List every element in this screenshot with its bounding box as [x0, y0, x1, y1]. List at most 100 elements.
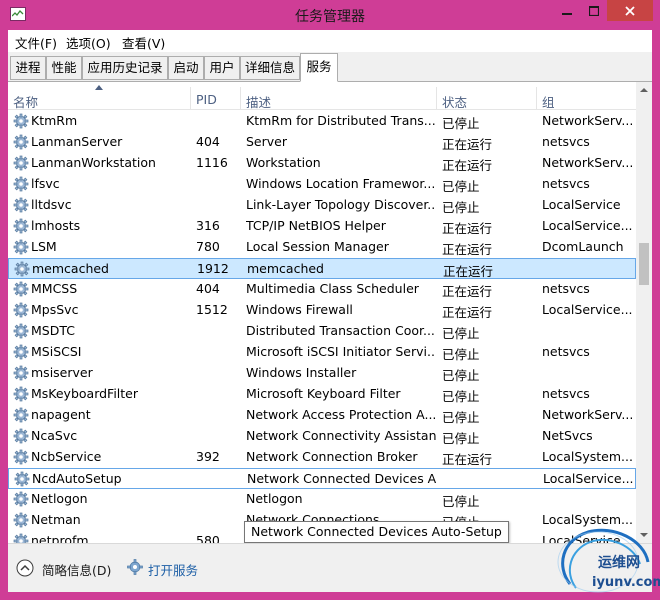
column-header-group[interactable]: 组	[542, 92, 555, 111]
close-button[interactable]	[607, 0, 653, 21]
column-header-description[interactable]: 描述	[246, 92, 271, 111]
service-name: MMCSS	[31, 281, 78, 296]
table-row[interactable]: LanmanServer 404 Server 正在运行 netsvcs	[8, 132, 636, 153]
service-gear-icon	[13, 218, 29, 234]
table-row[interactable]: KtmRm KtmRm for Distributed Trans... 已停止 Ne…	[8, 111, 636, 132]
watermark-title: 运维网	[598, 555, 640, 571]
menu-view[interactable]: 查看(V)	[122, 33, 165, 52]
service-description: Network Connected Devices Auto-Setup	[247, 471, 437, 486]
service-group: netsvcs	[542, 134, 590, 149]
table-row[interactable]: LanmanWorkstation 1116 Workstation 正在运行 Netw…	[8, 153, 636, 174]
service-description: Network Access Protection A...	[246, 407, 436, 422]
vertical-scrollbar[interactable]	[636, 82, 652, 543]
table-row[interactable]: MSiSCSI Microsoft iSCSI Initiator Servi..…	[8, 342, 636, 363]
table-row[interactable]: napagent Network Access Protection A... 已停…	[8, 405, 636, 426]
service-group: NetworkServ...	[542, 155, 632, 170]
service-description: Microsoft iSCSI Initiator Servi...	[246, 344, 436, 359]
service-description: Network Connectivity Assistant	[246, 428, 436, 443]
service-description: memcached	[247, 261, 324, 276]
service-description: Network Connection Broker	[246, 449, 418, 464]
menu-options[interactable]: 选项(O)	[66, 33, 111, 52]
service-description: Windows Firewall	[246, 302, 353, 317]
table-row[interactable]: LSM 780 Local Session Manager 正在运行 DcomLaunc…	[8, 237, 636, 258]
table-row[interactable]: lmhosts 316 TCP/IP NetBIOS Helper 正在运行 Local…	[8, 216, 636, 237]
service-group: netsvcs	[542, 176, 590, 191]
scrollbar-thumb[interactable]	[639, 243, 649, 285]
table-row[interactable]: Netlogon Netlogon 已停止	[8, 489, 636, 510]
service-name: MSiSCSI	[31, 344, 82, 359]
tab-app-history[interactable]: 应用历史记录	[82, 56, 168, 80]
table-header: 名称 PID 描述 状态 组	[8, 82, 636, 110]
service-gear-icon	[14, 261, 30, 277]
column-divider[interactable]	[436, 87, 437, 109]
service-name: lfsvc	[31, 176, 60, 191]
service-status: 已停止	[442, 326, 480, 341]
table-row[interactable]: MMCSS 404 Multimedia Class Scheduler 正在运行 ne…	[8, 279, 636, 300]
service-status: 正在运行	[442, 221, 493, 236]
tab-services[interactable]: 服务	[300, 53, 338, 82]
service-group: LocalService...	[542, 302, 632, 317]
chevron-up-icon	[640, 88, 648, 92]
service-status: 已停止	[442, 431, 480, 446]
service-description: Workstation	[246, 155, 321, 170]
service-status: 正在运行	[443, 264, 494, 279]
service-name: netprofm	[31, 533, 89, 543]
window-client-area: 文件(F) 选项(O) 查看(V) 进程 性能 应用历史记录 启动 用户 详细信…	[8, 30, 652, 592]
table-row[interactable]: NcdAutoSetup Network Connected Devices Au…	[8, 468, 636, 489]
column-header-pid[interactable]: PID	[196, 92, 217, 107]
fewer-details-link[interactable]: 简略信息(D)	[42, 560, 111, 579]
service-group: netsvcs	[542, 386, 590, 401]
tab-users[interactable]: 用户	[204, 56, 240, 80]
title-bar[interactable]: 任务管理器	[0, 0, 660, 30]
service-description: Windows Installer	[246, 365, 357, 380]
tab-startup[interactable]: 启动	[168, 56, 204, 80]
service-gear-icon	[13, 533, 29, 543]
table-row[interactable]: MsKeyboardFilter Microsoft Keyboard Filte…	[8, 384, 636, 405]
sort-ascending-icon	[95, 85, 103, 90]
service-description: Link-Layer Topology Discover...	[246, 197, 436, 212]
service-status: 已停止	[442, 347, 480, 362]
column-divider[interactable]	[190, 87, 191, 109]
services-gear-icon[interactable]	[127, 559, 143, 575]
menu-file[interactable]: 文件(F)	[15, 33, 57, 52]
column-divider[interactable]	[240, 87, 241, 109]
table-row[interactable]: lltdsvc Link-Layer Topology Discover... 已停…	[8, 195, 636, 216]
service-gear-icon	[13, 407, 29, 423]
service-status: 已停止	[442, 179, 480, 194]
column-header-status[interactable]: 状态	[442, 92, 467, 111]
service-status: 已停止	[442, 410, 480, 425]
fewer-details-chevron-icon[interactable]	[16, 559, 34, 577]
service-group: LocalService...	[543, 471, 633, 486]
services-table: 名称 PID 描述 状态 组 KtmRm KtmRm for Distribute…	[8, 82, 652, 543]
table-row[interactable]: MpsSvc 1512 Windows Firewall 正在运行 LocalServi…	[8, 300, 636, 321]
column-divider[interactable]	[536, 87, 537, 109]
table-row[interactable]: memcached 1912 memcached 正在运行	[8, 258, 636, 279]
maximize-button[interactable]	[580, 0, 607, 21]
open-services-link[interactable]: 打开服务	[148, 560, 198, 579]
service-name: msiserver	[31, 365, 93, 380]
service-pid: 1912	[197, 261, 229, 276]
service-pid: 316	[196, 218, 220, 233]
tab-processes[interactable]: 进程	[10, 56, 46, 80]
tab-details[interactable]: 详细信息	[240, 56, 300, 80]
service-gear-icon	[13, 491, 29, 507]
watermark-url: iyunv.com	[592, 575, 660, 590]
service-name: MsKeyboardFilter	[31, 386, 139, 401]
table-row[interactable]: lfsvc Windows Location Framewor... 已停止 nets…	[8, 174, 636, 195]
minimize-button[interactable]	[553, 0, 580, 21]
service-status: 正在运行	[442, 242, 493, 257]
table-row[interactable]: NcbService 392 Network Connection Broker 正在…	[8, 447, 636, 468]
service-gear-icon	[13, 344, 29, 360]
service-description: Windows Location Framewor...	[246, 176, 436, 191]
column-header-name[interactable]: 名称	[13, 92, 38, 111]
maximize-icon	[588, 5, 599, 16]
description-tooltip: Network Connected Devices Auto-Setup	[244, 521, 509, 543]
tab-performance[interactable]: 性能	[46, 56, 82, 80]
service-description: Multimedia Class Scheduler	[246, 281, 419, 296]
service-group: netsvcs	[542, 344, 590, 359]
scroll-up-button[interactable]	[636, 82, 652, 99]
table-row[interactable]: msiserver Windows Installer 已停止	[8, 363, 636, 384]
table-row[interactable]: MSDTC Distributed Transaction Coor... 已停止	[8, 321, 636, 342]
table-row[interactable]: NcaSvc Network Connectivity Assistant 已停止 N…	[8, 426, 636, 447]
service-name: NcbService	[31, 449, 102, 464]
